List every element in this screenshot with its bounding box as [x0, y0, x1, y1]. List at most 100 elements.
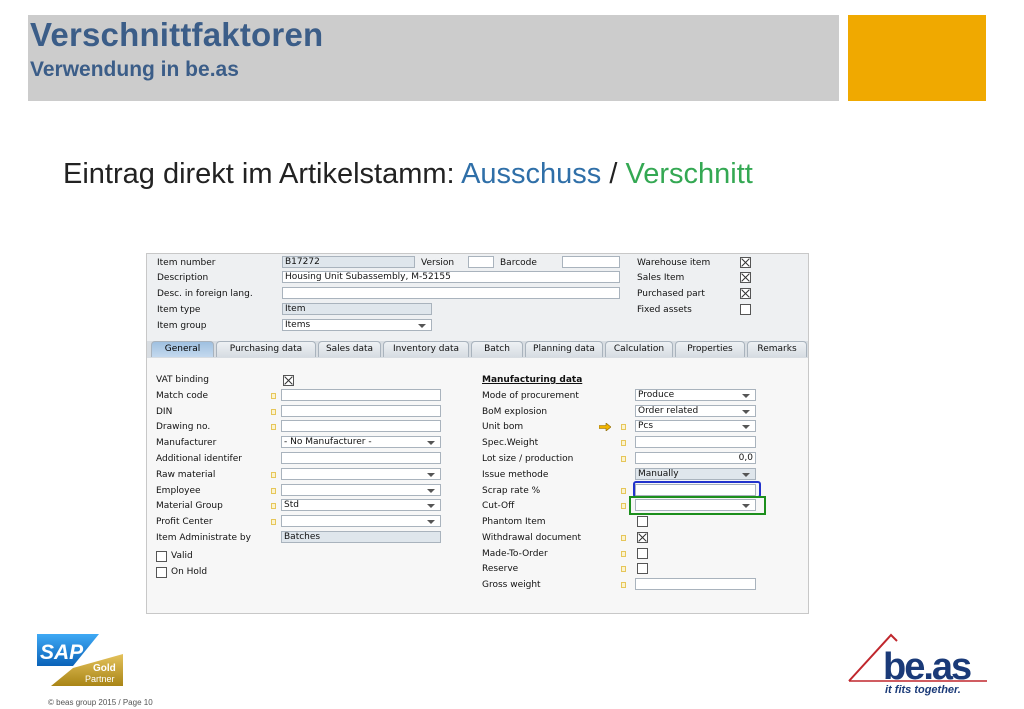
- profit-center-label: Profit Center: [156, 517, 213, 527]
- profit-center-dropdown[interactable]: [281, 515, 441, 527]
- slide-subtitle: Verwendung in be.as: [30, 58, 239, 81]
- cut-off-highlight: [629, 496, 766, 515]
- tab-planning-data[interactable]: Planning data: [525, 341, 603, 357]
- material-group-label: Material Group: [156, 501, 223, 511]
- link-marker-icon: [621, 424, 626, 430]
- link-marker-icon: [621, 535, 626, 541]
- item-administrate-label: Item Administrate by: [156, 533, 251, 543]
- item-number-field[interactable]: B17272: [282, 256, 415, 268]
- on-hold-checkbox[interactable]: [156, 567, 167, 578]
- spec-weight-field[interactable]: [635, 436, 756, 448]
- tab-sales-data[interactable]: Sales data: [318, 341, 381, 357]
- accent-box: [848, 15, 986, 101]
- link-marker-icon: [621, 488, 626, 494]
- reserve-label: Reserve: [482, 564, 519, 574]
- bom-explosion-label: BoM explosion: [482, 407, 548, 417]
- valid-checkbox[interactable]: [156, 551, 167, 562]
- made-to-order-checkbox[interactable]: [637, 548, 648, 559]
- headline-separator: /: [601, 158, 626, 190]
- item-type-field[interactable]: Item: [282, 303, 432, 315]
- headline: Eintrag direkt im Artikelstamm: Ausschus…: [63, 158, 753, 191]
- warehouse-item-label: Warehouse item: [637, 258, 711, 268]
- gross-weight-field[interactable]: [635, 578, 756, 590]
- tab-batch[interactable]: Batch: [471, 341, 523, 357]
- lot-size-field[interactable]: 0,0: [635, 452, 756, 464]
- item-type-label: Item type: [157, 305, 201, 315]
- tab-calculation[interactable]: Calculation: [605, 341, 673, 357]
- version-field[interactable]: [468, 256, 494, 268]
- sales-item-label: Sales Item: [637, 273, 685, 283]
- link-marker-icon: [271, 519, 276, 525]
- purchased-part-checkbox[interactable]: [740, 288, 751, 299]
- link-marker-icon: [621, 551, 626, 557]
- sap-logo-partner-text: Partner: [85, 674, 115, 684]
- link-marker-icon: [621, 566, 626, 572]
- description-field[interactable]: Housing Unit Subassembly, M-52155: [282, 271, 620, 283]
- item-administrate-field[interactable]: Batches: [281, 531, 441, 543]
- sap-logo-text: SAP: [40, 641, 84, 664]
- sap-logo-gold-text: Gold: [93, 663, 116, 674]
- link-marker-icon: [271, 488, 276, 494]
- bom-explosion-dropdown[interactable]: Order related: [635, 405, 756, 417]
- match-code-field[interactable]: [281, 389, 441, 401]
- link-marker-icon: [271, 409, 276, 415]
- item-number-label: Item number: [157, 258, 216, 268]
- link-marker-icon: [621, 503, 626, 509]
- lot-size-label: Lot size / production: [482, 454, 574, 464]
- tab-purchasing-data[interactable]: Purchasing data: [216, 341, 316, 357]
- headline-verschnitt: Verschnitt: [625, 158, 753, 190]
- description-label: Description: [157, 273, 209, 283]
- link-marker-icon: [621, 440, 626, 446]
- fixed-assets-label: Fixed assets: [637, 305, 692, 315]
- withdrawal-document-checkbox[interactable]: [637, 532, 648, 543]
- additional-identifier-field[interactable]: [281, 452, 441, 464]
- additional-identifier-label: Additional identifer: [156, 454, 242, 464]
- tab-general[interactable]: General: [151, 341, 214, 357]
- sales-item-checkbox[interactable]: [740, 272, 751, 283]
- phantom-item-label: Phantom Item: [482, 517, 546, 527]
- link-marker-icon: [621, 582, 626, 588]
- reserve-checkbox[interactable]: [637, 563, 648, 574]
- link-marker-icon: [271, 472, 276, 478]
- version-label: Version: [421, 258, 455, 268]
- beas-logo-tagline: it fits together.: [885, 684, 961, 696]
- material-group-dropdown[interactable]: Std: [281, 499, 441, 511]
- item-master-form: Item number B17272 Version Barcode Descr…: [146, 253, 809, 614]
- drawing-no-field[interactable]: [281, 420, 441, 432]
- barcode-field[interactable]: [562, 256, 620, 268]
- issue-method-label: Issue methode: [482, 470, 549, 480]
- tab-inventory-data[interactable]: Inventory data: [383, 341, 469, 357]
- link-marker-icon: [271, 503, 276, 509]
- scrap-rate-label: Scrap rate %: [482, 486, 541, 496]
- desc-foreign-field[interactable]: [282, 287, 620, 299]
- mode-of-procurement-dropdown[interactable]: Produce: [635, 389, 756, 401]
- link-marker-icon: [271, 424, 276, 430]
- link-marker-icon: [621, 456, 626, 462]
- withdrawal-document-label: Withdrawal document: [482, 533, 582, 543]
- valid-label: Valid: [171, 551, 193, 561]
- tab-properties[interactable]: Properties: [675, 341, 745, 357]
- gross-weight-label: Gross weight: [482, 580, 541, 590]
- made-to-order-label: Made-To-Order: [482, 549, 548, 559]
- unit-bom-dropdown[interactable]: Pcs: [635, 420, 756, 432]
- spec-weight-label: Spec.Weight: [482, 438, 539, 448]
- din-label: DIN: [156, 407, 173, 417]
- fixed-assets-checkbox[interactable]: [740, 304, 751, 315]
- employee-dropdown[interactable]: [281, 484, 441, 496]
- drawing-no-label: Drawing no.: [156, 422, 211, 432]
- tab-remarks[interactable]: Remarks: [747, 341, 807, 357]
- barcode-label: Barcode: [500, 258, 537, 268]
- din-field[interactable]: [281, 405, 441, 417]
- vat-binding-checkbox[interactable]: [283, 375, 294, 386]
- raw-material-dropdown[interactable]: [281, 468, 441, 480]
- phantom-item-checkbox[interactable]: [637, 516, 648, 527]
- warehouse-item-checkbox[interactable]: [740, 257, 751, 268]
- item-group-dropdown[interactable]: Items: [282, 319, 432, 331]
- headline-prefix: Eintrag direkt im Artikelstamm:: [63, 158, 462, 190]
- arrow-right-icon[interactable]: [599, 423, 611, 431]
- manufacturer-dropdown[interactable]: - No Manufacturer -: [281, 436, 441, 448]
- issue-method-dropdown[interactable]: Manually: [635, 468, 756, 480]
- slide-title: Verschnittfaktoren: [30, 16, 324, 53]
- unit-bom-label: Unit bom: [482, 422, 524, 432]
- sap-gold-partner-logo: SAP Gold Partner: [37, 634, 123, 686]
